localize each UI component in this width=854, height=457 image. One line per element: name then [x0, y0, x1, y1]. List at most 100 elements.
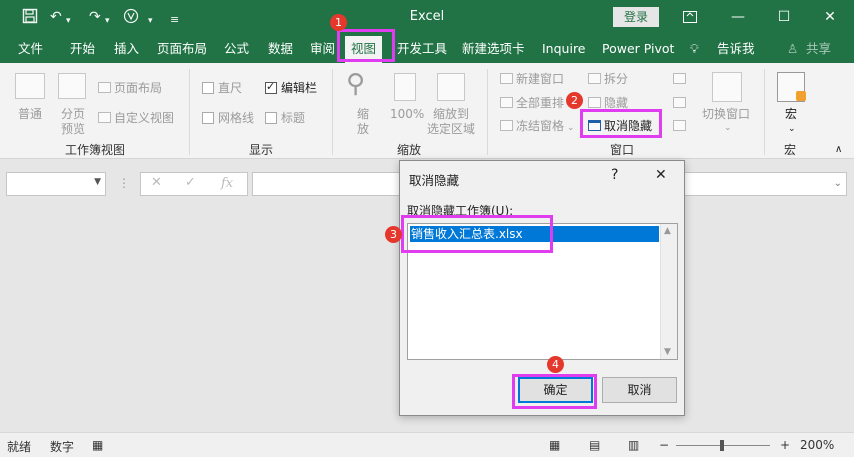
status-bar: 就绪 数字 ▦ ▦ ▤ ▥ − + 200%: [0, 432, 854, 457]
normal-view-icon: [15, 73, 45, 99]
minimize-icon[interactable]: —: [723, 6, 753, 28]
zoom-in-icon[interactable]: +: [780, 438, 790, 452]
hide-icon: [588, 97, 601, 108]
formula-bar-handle-icon[interactable]: ⋮: [118, 176, 130, 190]
tab-insert[interactable]: 插入: [114, 34, 139, 63]
help-icon[interactable]: ?: [611, 167, 618, 183]
name-box[interactable]: ▼: [6, 172, 106, 196]
zoom-selection-label1[interactable]: 缩放到: [433, 107, 469, 121]
freeze-panes-dropdown-icon: ⌄: [567, 123, 575, 133]
login-button[interactable]: 登录: [613, 7, 659, 27]
page-layout-button[interactable]: 页面布局: [98, 81, 162, 95]
split-icon: [588, 73, 601, 84]
ribbon-separator: [189, 69, 190, 155]
step-badge-4: 4: [547, 356, 564, 373]
share-button[interactable]: 共享: [806, 34, 831, 63]
arrange-all-label: 全部重排: [516, 96, 565, 110]
macros-dropdown-icon[interactable]: ⌄: [788, 122, 796, 136]
tab-data[interactable]: 数据: [268, 34, 293, 63]
side-by-side-icon: [673, 73, 686, 84]
name-box-dropdown-icon[interactable]: ▼: [94, 177, 101, 187]
user-icon: ♙: [787, 41, 799, 56]
tab-page-layout[interactable]: 页面布局: [157, 34, 207, 63]
status-num: 数字: [50, 440, 75, 454]
macro-badge-icon: [796, 91, 806, 101]
sync-scroll-icon[interactable]: [673, 96, 689, 110]
scroll-down-icon[interactable]: ▼: [664, 347, 671, 357]
hide-button[interactable]: 隐藏: [588, 96, 628, 110]
step-badge-2: 2: [566, 92, 583, 109]
maximize-icon[interactable]: ☐: [769, 6, 799, 28]
split-button[interactable]: 拆分: [588, 72, 628, 86]
page-layout-label: 页面布局: [114, 81, 163, 95]
cancel-button[interactable]: 取消: [602, 377, 677, 403]
headings-checkbox[interactable]: 标题: [265, 111, 305, 125]
headings-checkbox-box[interactable]: [265, 112, 277, 124]
switch-windows-dropdown-icon[interactable]: ⌄: [724, 121, 732, 135]
tab-file[interactable]: 文件: [18, 34, 43, 63]
formula-bar-checkbox-box[interactable]: [265, 80, 277, 94]
tab-formulas[interactable]: 公式: [224, 34, 249, 63]
workbook-item-highlight: [401, 215, 553, 253]
tell-me[interactable]: 告诉我: [717, 34, 755, 63]
freeze-panes-button[interactable]: 冻结窗格 ⌄: [500, 119, 575, 135]
zoom-slider-thumb[interactable]: [720, 440, 724, 451]
ribbon-display-icon[interactable]: [675, 6, 705, 28]
normal-view-status-icon[interactable]: ▦: [549, 438, 560, 452]
reset-position-icon[interactable]: [673, 119, 689, 133]
group-label-workbook-views: 工作簿视图: [65, 143, 126, 157]
arrange-all-icon: [500, 97, 513, 108]
cancel-icon[interactable]: ✕: [151, 175, 162, 190]
custom-views-button[interactable]: 自定义视图: [98, 111, 174, 125]
page-break-preview-label1[interactable]: 分页: [61, 107, 85, 121]
gridlines-checkbox[interactable]: 网格线: [202, 111, 254, 125]
formula-bar-checkbox[interactable]: 编辑栏: [265, 80, 317, 95]
switch-windows-button[interactable]: 切换窗口: [702, 107, 750, 121]
tab-inquire[interactable]: Inquire: [542, 34, 586, 63]
zoom-out-icon[interactable]: −: [659, 438, 669, 452]
page-break-preview-icon: [58, 73, 86, 99]
formula-controls: ✕ ✓ fx: [140, 172, 248, 196]
page-break-preview-label2[interactable]: 预览: [61, 122, 85, 136]
zoom-100-button[interactable]: 100%: [390, 107, 424, 121]
close-icon[interactable]: ✕: [655, 167, 667, 183]
normal-view-button[interactable]: 普通: [18, 107, 42, 121]
gridlines-checkbox-box[interactable]: [202, 112, 214, 124]
ruler-checkbox-box[interactable]: [202, 82, 214, 94]
group-label-zoom: 缩放: [397, 143, 422, 157]
insert-function-icon[interactable]: fx: [221, 176, 233, 191]
switch-windows-icon: [712, 72, 742, 102]
tab-home[interactable]: 开始: [70, 34, 95, 63]
page-break-status-icon[interactable]: ▥: [628, 438, 639, 452]
tab-review[interactable]: 审阅: [310, 34, 335, 63]
zoom-level[interactable]: 200%: [800, 438, 834, 452]
view-side-by-side-icon[interactable]: [673, 72, 689, 86]
tab-developer[interactable]: 开发工具: [397, 34, 447, 63]
group-label-macros: 宏: [784, 143, 797, 157]
tab-power-pivot[interactable]: Power Pivot: [602, 34, 674, 63]
zoom-label2[interactable]: 放: [357, 122, 369, 136]
status-ready: 就绪: [7, 440, 32, 454]
listbox-scrollbar[interactable]: ▲ ▼: [660, 224, 677, 359]
page-layout-status-icon[interactable]: ▤: [589, 438, 600, 452]
macros-button[interactable]: 宏: [785, 107, 797, 121]
tab-new-tab[interactable]: 新建选项卡: [462, 34, 525, 63]
enter-icon[interactable]: ✓: [185, 175, 196, 190]
arrange-all-button[interactable]: 全部重排: [500, 96, 564, 110]
headings-label: 标题: [281, 111, 306, 125]
view-tab-highlight: [337, 29, 395, 62]
macro-record-icon[interactable]: ▦: [92, 438, 103, 452]
zoom-label1[interactable]: 缩: [357, 107, 369, 121]
close-icon[interactable]: ✕: [815, 6, 845, 28]
ribbon-separator: [764, 69, 765, 155]
zoom-icon: ⚲: [346, 69, 366, 99]
scroll-up-icon[interactable]: ▲: [664, 226, 671, 236]
group-label-window: 窗口: [610, 143, 635, 157]
zoom-selection-label2[interactable]: 选定区域: [427, 122, 475, 136]
expand-formula-icon[interactable]: ⌄: [834, 178, 842, 189]
ribbon-separator: [332, 69, 333, 155]
ruler-checkbox[interactable]: 直尺: [202, 81, 242, 95]
new-window-button[interactable]: 新建窗口: [500, 72, 564, 86]
ribbon-separator: [487, 69, 488, 155]
collapse-ribbon-icon[interactable]: ∧: [835, 143, 842, 157]
